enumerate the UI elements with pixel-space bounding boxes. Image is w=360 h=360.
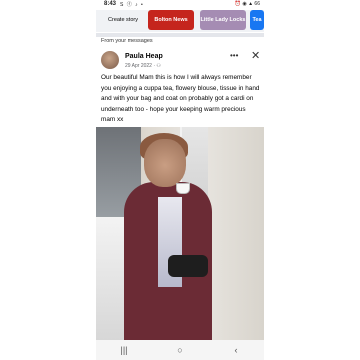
photo-teacup	[176, 183, 190, 194]
stories-strip: Create story Bolton News Little Lady Loc…	[96, 10, 264, 32]
story-label: Little Lady Locks	[200, 17, 246, 23]
section-divider	[96, 33, 264, 37]
from-label: From your messages	[101, 38, 153, 44]
story-label: Tea	[252, 17, 262, 23]
story-tea[interactable]: Tea	[250, 10, 264, 30]
more-options-icon[interactable]: •••	[230, 51, 238, 60]
photo-bag	[168, 255, 208, 277]
post-photo[interactable]	[96, 127, 264, 340]
story-bolton-news[interactable]: Bolton News	[148, 10, 194, 30]
post-header: Paula Heap 29 Apr 2022 · ⚇ ••• ✕	[101, 49, 261, 73]
create-story-label: Create story	[108, 17, 138, 23]
post-text: Our beautiful Mam this is how I will alw…	[101, 74, 260, 123]
back-icon[interactable]: ‹	[216, 345, 256, 355]
recent-apps-icon[interactable]: |||	[104, 345, 144, 355]
status-right-icons: ⏰ ◉ ▲ 66	[234, 1, 260, 7]
post-date: 29 Apr 2022 ·	[125, 63, 157, 69]
status-bar: 8:43 S ⓕ ♪ • ⏰ ◉ ▲ 66	[96, 0, 264, 10]
status-left-icons: S ⓕ ♪ •	[120, 2, 144, 8]
story-label: Bolton News	[154, 17, 188, 23]
author-name[interactable]: Paula Heap	[125, 53, 163, 60]
post-meta: 29 Apr 2022 · ⚇	[125, 63, 161, 69]
close-icon[interactable]: ✕	[251, 49, 260, 62]
home-icon[interactable]: ○	[160, 345, 200, 355]
create-story-button[interactable]: Create story	[100, 10, 146, 30]
avatar[interactable]	[101, 51, 119, 69]
photo-face	[144, 139, 186, 187]
phone-screen: 8:43 S ⓕ ♪ • ⏰ ◉ ▲ 66 Create story Bolto…	[96, 0, 264, 360]
android-nav-bar: ||| ○ ‹	[96, 340, 264, 360]
story-little-lady-locks[interactable]: Little Lady Locks	[200, 10, 246, 30]
status-time: 8:43	[104, 1, 117, 7]
audience-icon: ⚇	[156, 63, 161, 69]
